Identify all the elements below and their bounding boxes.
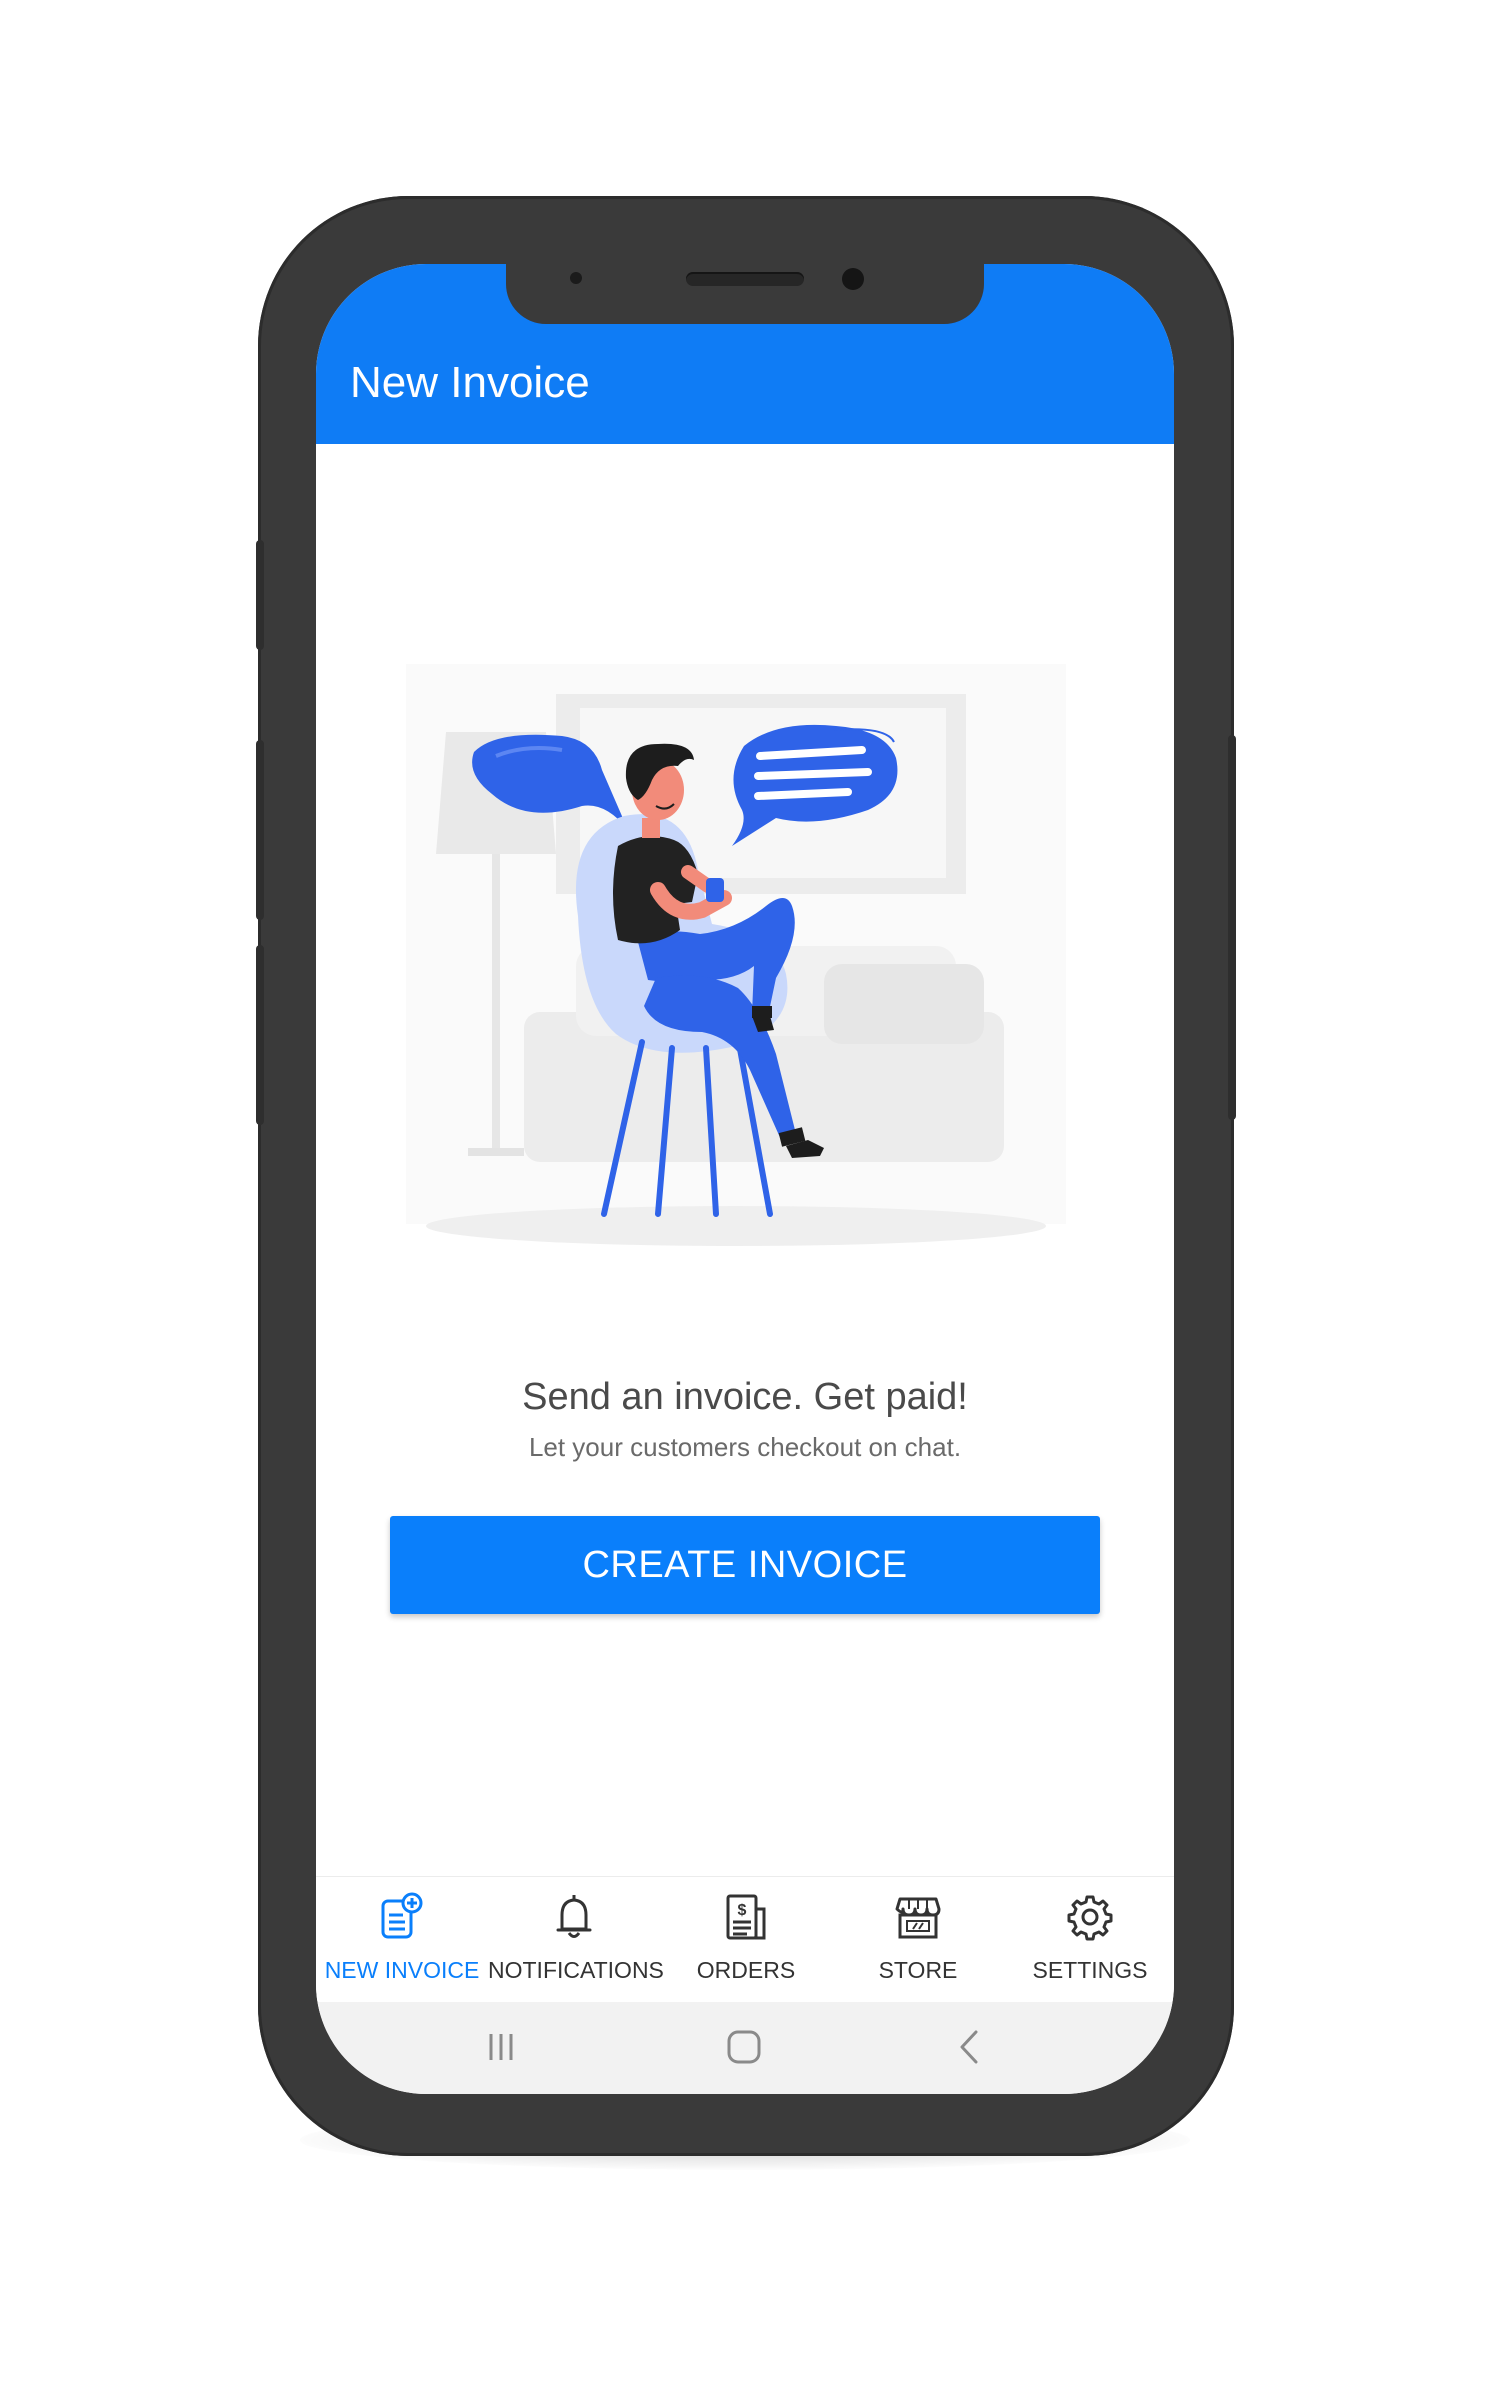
power-button xyxy=(1228,735,1236,1120)
empty-state-subline: Let your customers checkout on chat. xyxy=(528,1432,962,1462)
orders-icon: $ xyxy=(726,1894,766,1940)
earpiece-speaker xyxy=(686,272,804,286)
nav-label-orders: ORDERS xyxy=(696,1957,796,1983)
bell-icon xyxy=(556,1895,592,1938)
nav-label-settings: SETTINGS xyxy=(1032,1957,1148,1983)
back-icon[interactable] xyxy=(940,2022,1000,2072)
illustration-lamp-base xyxy=(468,1148,524,1156)
illustration-cushion xyxy=(824,964,984,1044)
proximity-sensor xyxy=(570,272,582,284)
camera-notch xyxy=(506,264,984,324)
nav-item-settings[interactable]: SETTINGS xyxy=(1004,1877,1174,2003)
nav-label-store: STORE xyxy=(878,1957,958,1983)
front-camera xyxy=(842,268,864,290)
nav-item-new-invoice[interactable]: NEW INVOICE xyxy=(316,1877,488,2003)
svg-text:$: $ xyxy=(738,1902,747,1919)
recents-icon[interactable] xyxy=(471,2022,531,2072)
illustration-lamp-pole xyxy=(492,854,500,1154)
person-chatting-illustration xyxy=(406,664,1066,1246)
store-icon xyxy=(895,1897,941,1939)
page-title: New Invoice xyxy=(350,358,590,407)
create-invoice-button[interactable]: CREATE INVOICE xyxy=(390,1516,1100,1614)
home-icon[interactable] xyxy=(714,2022,774,2072)
nav-item-store[interactable]: STORE xyxy=(832,1877,1004,2003)
system-navigation-bar xyxy=(316,2002,1174,2094)
nav-label-new-invoice: NEW INVOICE xyxy=(324,1957,480,1983)
illustration-phone-in-hand xyxy=(706,878,724,902)
volume-up-button xyxy=(256,540,264,650)
illustration-floor-shadow xyxy=(426,1206,1046,1246)
bixby-button xyxy=(256,945,264,1125)
nav-item-orders[interactable]: $ ORDERS xyxy=(660,1877,832,2003)
nav-item-notifications[interactable]: NOTIFICATIONS xyxy=(488,1877,664,2003)
empty-state-headline: Send an invoice. Get paid! xyxy=(522,1376,968,1418)
volume-down-button xyxy=(256,740,264,920)
new-invoice-icon xyxy=(381,1892,423,1939)
nav-label-notifications: NOTIFICATIONS xyxy=(488,1957,664,1983)
gear-icon xyxy=(1067,1895,1113,1941)
page-background: New Invoice Send an invoice. Get paid! L… xyxy=(0,0,1490,2389)
phone-screen: New Invoice Send an invoice. Get paid! L… xyxy=(316,264,1174,2094)
bottom-navigation: NEW INVOICE NOTIFICATIONS $ ORDERS STORE… xyxy=(316,1876,1174,2003)
